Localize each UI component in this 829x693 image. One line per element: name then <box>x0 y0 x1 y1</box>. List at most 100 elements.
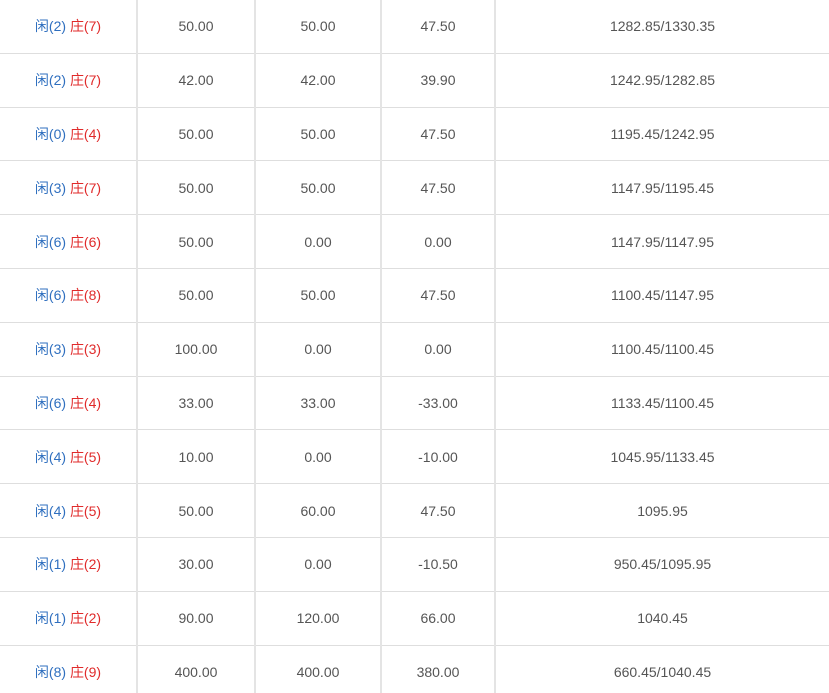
bet-amount-cell: 50.00 <box>137 160 256 216</box>
bet-amount-cell: 50.00 <box>137 483 256 538</box>
win-loss-cell: 39.90 <box>381 53 496 108</box>
table-row: 闲(6) 庄(6) 50.00 0.00 0.00 1147.95/1147.95 <box>0 214 829 269</box>
bet-amount-cell: 30.00 <box>137 537 256 592</box>
player-hand: 闲(0) <box>34 125 67 142</box>
win-loss-cell: -10.00 <box>381 429 496 485</box>
win-loss-cell: 47.50 <box>381 160 496 216</box>
player-hand: 闲(1) <box>34 556 67 573</box>
player-hand: 闲(4) <box>34 502 67 519</box>
hand-result-cell: 闲(3) 庄(3) <box>0 322 138 377</box>
valid-bet-cell: 33.00 <box>255 376 382 431</box>
bet-amount-cell: 42.00 <box>137 53 256 108</box>
bet-amount-cell: 50.00 <box>137 0 256 54</box>
banker-hand: 庄(3) <box>69 341 102 358</box>
win-loss-cell: 47.50 <box>381 268 496 323</box>
banker-hand: 庄(7) <box>69 18 102 35</box>
win-loss-cell: 47.50 <box>381 483 496 538</box>
balance-cell: 950.45/1095.95 <box>495 537 829 592</box>
table-row: 闲(4) 庄(5) 50.00 60.00 47.50 1095.95 <box>0 483 829 538</box>
balance-cell: 1100.45/1100.45 <box>495 322 829 377</box>
valid-bet-cell: 120.00 <box>255 591 382 646</box>
hand-result-cell: 闲(3) 庄(7) <box>0 160 138 216</box>
valid-bet-cell: 0.00 <box>255 214 382 269</box>
valid-bet-cell: 0.00 <box>255 537 382 592</box>
bet-records: 闲(2) 庄(7) 50.00 50.00 47.50 1282.85/1330.35 闲… <box>0 0 829 693</box>
balance-cell: 1147.95/1195.45 <box>495 160 829 216</box>
player-hand: 闲(2) <box>34 72 67 89</box>
valid-bet-cell: 60.00 <box>255 483 382 538</box>
banker-hand: 庄(5) <box>69 448 102 465</box>
player-hand: 闲(8) <box>34 663 67 680</box>
valid-bet-cell: 50.00 <box>255 268 382 323</box>
valid-bet-cell: 50.00 <box>255 107 382 162</box>
bet-records-table: 闲(2) 庄(7) 50.00 50.00 47.50 1282.85/1330.35 闲… <box>0 0 829 693</box>
table-row: 闲(4) 庄(5) 10.00 0.00 -10.00 1045.95/1133.45 <box>0 429 829 485</box>
balance-cell: 1133.45/1100.45 <box>495 376 829 431</box>
hand-result-cell: 闲(8) 庄(9) <box>0 645 138 693</box>
bet-amount-cell: 10.00 <box>137 429 256 485</box>
table-row: 闲(3) 庄(3) 100.00 0.00 0.00 1100.45/1100.45 <box>0 322 829 377</box>
hand-result-cell: 闲(1) 庄(2) <box>0 591 138 646</box>
bet-amount-cell: 50.00 <box>137 107 256 162</box>
player-hand: 闲(3) <box>34 341 67 358</box>
banker-hand: 庄(7) <box>69 179 102 196</box>
table-row: 闲(1) 庄(2) 30.00 0.00 -10.50 950.45/1095.95 <box>0 537 829 592</box>
balance-cell: 1045.95/1133.45 <box>495 429 829 485</box>
win-loss-cell: 47.50 <box>381 107 496 162</box>
player-hand: 闲(6) <box>34 233 67 250</box>
balance-cell: 1100.45/1147.95 <box>495 268 829 323</box>
balance-cell: 1040.45 <box>495 591 829 646</box>
bet-amount-cell: 50.00 <box>137 214 256 269</box>
bet-amount-cell: 50.00 <box>137 268 256 323</box>
win-loss-cell: 0.00 <box>381 214 496 269</box>
bet-amount-cell: 100.00 <box>137 322 256 377</box>
banker-hand: 庄(5) <box>69 502 102 519</box>
hand-result-cell: 闲(2) 庄(7) <box>0 0 138 54</box>
table-row: 闲(6) 庄(4) 33.00 33.00 -33.00 1133.45/1100.45 <box>0 376 829 431</box>
records-body: 闲(2) 庄(7) 50.00 50.00 47.50 1282.85/1330.35 闲… <box>0 0 829 693</box>
player-hand: 闲(2) <box>34 18 67 35</box>
win-loss-cell: 47.50 <box>381 0 496 54</box>
table-row: 闲(0) 庄(4) 50.00 50.00 47.50 1195.45/1242.95 <box>0 107 829 162</box>
bet-amount-cell: 400.00 <box>137 645 256 693</box>
player-hand: 闲(1) <box>34 610 67 627</box>
player-hand: 闲(3) <box>34 179 67 196</box>
valid-bet-cell: 42.00 <box>255 53 382 108</box>
valid-bet-cell: 0.00 <box>255 429 382 485</box>
valid-bet-cell: 0.00 <box>255 322 382 377</box>
win-loss-cell: 380.00 <box>381 645 496 693</box>
banker-hand: 庄(4) <box>69 394 102 411</box>
balance-cell: 1282.85/1330.35 <box>495 0 829 54</box>
win-loss-cell: 0.00 <box>381 322 496 377</box>
banker-hand: 庄(9) <box>69 663 102 680</box>
banker-hand: 庄(2) <box>69 610 102 627</box>
table-row: 闲(3) 庄(7) 50.00 50.00 47.50 1147.95/1195.45 <box>0 160 829 216</box>
balance-cell: 1195.45/1242.95 <box>495 107 829 162</box>
table-row: 闲(6) 庄(8) 50.00 50.00 47.50 1100.45/1147.95 <box>0 268 829 323</box>
table-row: 闲(8) 庄(9) 400.00 400.00 380.00 660.45/1040.4… <box>0 645 829 693</box>
win-loss-cell: 66.00 <box>381 591 496 646</box>
valid-bet-cell: 400.00 <box>255 645 382 693</box>
win-loss-cell: -33.00 <box>381 376 496 431</box>
banker-hand: 庄(6) <box>69 233 102 250</box>
table-row: 闲(1) 庄(2) 90.00 120.00 66.00 1040.45 <box>0 591 829 646</box>
hand-result-cell: 闲(0) 庄(4) <box>0 107 138 162</box>
win-loss-cell: -10.50 <box>381 537 496 592</box>
bet-amount-cell: 90.00 <box>137 591 256 646</box>
valid-bet-cell: 50.00 <box>255 160 382 216</box>
balance-cell: 1095.95 <box>495 483 829 538</box>
table-row: 闲(2) 庄(7) 42.00 42.00 39.90 1242.95/1282.85 <box>0 53 829 108</box>
hand-result-cell: 闲(4) 庄(5) <box>0 429 138 485</box>
hand-result-cell: 闲(6) 庄(8) <box>0 268 138 323</box>
hand-result-cell: 闲(1) 庄(2) <box>0 537 138 592</box>
player-hand: 闲(4) <box>34 448 67 465</box>
hand-result-cell: 闲(6) 庄(6) <box>0 214 138 269</box>
hand-result-cell: 闲(2) 庄(7) <box>0 53 138 108</box>
balance-cell: 1147.95/1147.95 <box>495 214 829 269</box>
bet-amount-cell: 33.00 <box>137 376 256 431</box>
banker-hand: 庄(8) <box>69 287 102 304</box>
banker-hand: 庄(4) <box>69 125 102 142</box>
player-hand: 闲(6) <box>34 287 67 304</box>
hand-result-cell: 闲(6) 庄(4) <box>0 376 138 431</box>
player-hand: 闲(6) <box>34 394 67 411</box>
